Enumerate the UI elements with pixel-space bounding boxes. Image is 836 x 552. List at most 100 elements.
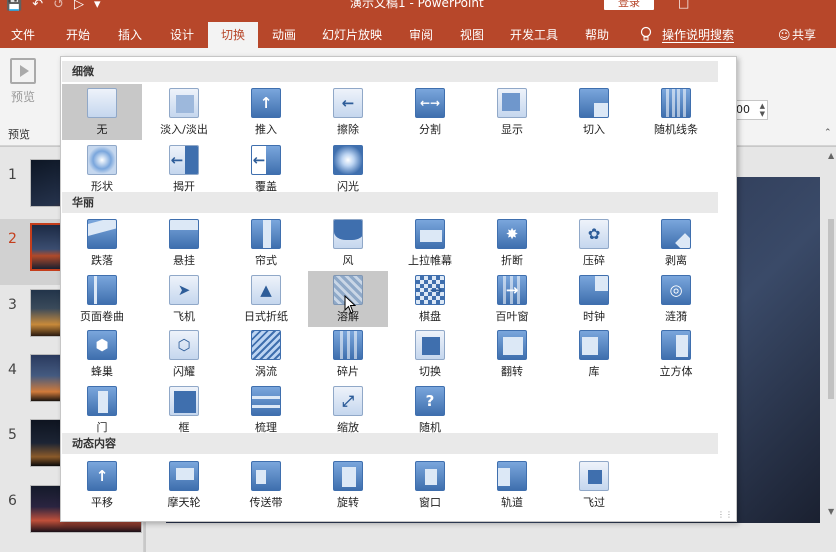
- transition-label: 剥离: [665, 254, 687, 267]
- flash-icon: [333, 145, 363, 175]
- transition-wind[interactable]: 风: [308, 215, 388, 271]
- transition-blinds[interactable]: → 百叶窗: [472, 271, 552, 327]
- transition-label: 飞机: [173, 310, 195, 323]
- login-button[interactable]: 登录: [604, 0, 654, 10]
- undo-icon[interactable]: ↶: [32, 0, 43, 11]
- tell-me-search[interactable]: 操作说明搜索: [662, 22, 735, 48]
- transition-label: 分割: [419, 123, 441, 136]
- transition-label: 平移: [91, 496, 113, 509]
- transition-comb[interactable]: 梳理: [226, 382, 306, 438]
- push-icon: ↑: [251, 88, 281, 118]
- transition-fade[interactable]: 淡入/淡出: [144, 84, 224, 140]
- shape-icon: [87, 145, 117, 175]
- redo-icon[interactable]: ↺: [53, 0, 64, 11]
- collapse-ribbon-icon[interactable]: ⌃: [824, 128, 834, 138]
- section-dynamic-content: 动态内容: [62, 433, 718, 454]
- transition-zoom[interactable]: ⤢ 缩放: [308, 382, 388, 438]
- transition-clock[interactable]: 时钟: [554, 271, 634, 327]
- resize-grip-icon[interactable]: ⋮⋮: [717, 510, 733, 519]
- transition-label: 翻转: [501, 365, 523, 378]
- transition-label: 传送带: [249, 496, 283, 509]
- slide-number: 3: [8, 297, 17, 313]
- transition-window[interactable]: 窗口: [390, 457, 470, 513]
- transition-peel-off[interactable]: 剥离: [636, 215, 716, 271]
- conveyor-icon: [251, 461, 281, 491]
- transition-switch[interactable]: 切换: [390, 326, 470, 382]
- tab-slideshow[interactable]: 幻灯片放映: [316, 22, 388, 48]
- crush-icon: ✿: [579, 219, 609, 249]
- transition-ripple[interactable]: ◎ 涟漪: [636, 271, 716, 327]
- customize-icon[interactable]: ▾: [94, 0, 101, 11]
- tab-developer[interactable]: 开发工具: [502, 22, 566, 48]
- transition-airplane[interactable]: ➤ 飞机: [144, 271, 224, 327]
- transition-origami[interactable]: ▲ 日式折纸: [226, 271, 306, 327]
- transition-gallery[interactable]: 库: [554, 326, 634, 382]
- transition-label: 涟漪: [665, 310, 687, 323]
- tab-animations[interactable]: 动画: [258, 22, 310, 48]
- transition-ferris-wheel[interactable]: 摩天轮: [144, 457, 224, 513]
- transition-label: 轨道: [501, 496, 523, 509]
- tab-transitions[interactable]: 切换: [208, 22, 258, 48]
- transition-curtains[interactable]: 帘式: [226, 215, 306, 271]
- spinner-icon[interactable]: ▲ ▼: [760, 102, 765, 118]
- transition-prestige[interactable]: 上拉帷幕: [390, 215, 470, 271]
- transition-drape[interactable]: 悬挂: [144, 215, 224, 271]
- transition-fly-through[interactable]: 飞过: [554, 457, 634, 513]
- tab-design[interactable]: 设计: [156, 22, 208, 48]
- transition-label: 百叶窗: [495, 310, 529, 323]
- transition-rotate[interactable]: 旋转: [308, 457, 388, 513]
- random-icon: ?: [415, 386, 445, 416]
- transition-flash[interactable]: 闪光: [308, 141, 388, 197]
- section-exciting: 华丽: [62, 192, 718, 213]
- transition-label: 摩天轮: [167, 496, 201, 509]
- ribbon-display-options-icon[interactable]: □: [678, 0, 689, 10]
- transition-cube[interactable]: 立方体: [636, 326, 716, 382]
- transition-wipe[interactable]: ← 擦除: [308, 84, 388, 140]
- origami-icon: ▲: [251, 275, 281, 305]
- tab-review[interactable]: 审阅: [396, 22, 446, 48]
- preview-from-start-icon[interactable]: ▷: [74, 0, 84, 11]
- tab-help[interactable]: 帮助: [574, 22, 620, 48]
- transition-doors[interactable]: 门: [62, 382, 142, 438]
- tab-view[interactable]: 视图: [446, 22, 498, 48]
- transition-pan[interactable]: ↑ 平移: [62, 457, 142, 513]
- transition-cut[interactable]: 切入: [554, 84, 634, 140]
- transition-uncover[interactable]: ← 揭开: [144, 141, 224, 197]
- transition-honeycomb[interactable]: ⬢ 蜂巢: [62, 326, 142, 382]
- transition-flip[interactable]: 翻转: [472, 326, 552, 382]
- tab-home[interactable]: 开始: [52, 22, 104, 48]
- transition-vortex[interactable]: 涡流: [226, 326, 306, 382]
- transition-label: 库: [588, 365, 600, 378]
- transition-cover[interactable]: ← 覆盖: [226, 141, 306, 197]
- transition-checkerboard[interactable]: → 棋盘: [390, 271, 470, 327]
- transition-orbit[interactable]: 轨道: [472, 457, 552, 513]
- transition-glitter[interactable]: ⬡ 闪耀: [144, 326, 224, 382]
- tab-insert[interactable]: 插入: [104, 22, 156, 48]
- transition-crush[interactable]: ✿ 压碎: [554, 215, 634, 271]
- vertical-scrollbar[interactable]: ▲ ▼: [826, 147, 836, 552]
- transition-shred[interactable]: 碎片: [308, 326, 388, 382]
- scroll-up-icon[interactable]: ▲: [828, 151, 834, 160]
- transition-fall-over[interactable]: 跌落: [62, 215, 142, 271]
- share-button[interactable]: ☺共享: [778, 22, 816, 48]
- transition-label: 擦除: [337, 123, 359, 136]
- random-bars-icon: [661, 88, 691, 118]
- preview-button[interactable]: 预览: [4, 56, 42, 114]
- transition-conveyor[interactable]: 传送带: [226, 457, 306, 513]
- save-icon[interactable]: 💾: [6, 0, 22, 11]
- transition-shape[interactable]: 形状: [62, 141, 142, 197]
- transition-random[interactable]: ? 随机: [390, 382, 470, 438]
- transition-reveal[interactable]: 显示: [472, 84, 552, 140]
- transition-none[interactable]: 无: [62, 84, 142, 140]
- tab-file[interactable]: 文件: [0, 22, 46, 48]
- transition-page-curl[interactable]: 页面卷曲: [62, 271, 142, 327]
- scrollbar-thumb[interactable]: [828, 219, 834, 399]
- transition-split[interactable]: ←→ 分割: [390, 84, 470, 140]
- transition-random-bars[interactable]: 随机线条: [636, 84, 716, 140]
- transition-box[interactable]: 框: [144, 382, 224, 438]
- scroll-down-icon[interactable]: ▼: [828, 507, 834, 516]
- transition-label: 窗口: [419, 496, 441, 509]
- transition-fracture[interactable]: ✸ 折断: [472, 215, 552, 271]
- transition-push[interactable]: ↑ 推入: [226, 84, 306, 140]
- duration-field[interactable]: 00 ▲ ▼: [732, 100, 768, 120]
